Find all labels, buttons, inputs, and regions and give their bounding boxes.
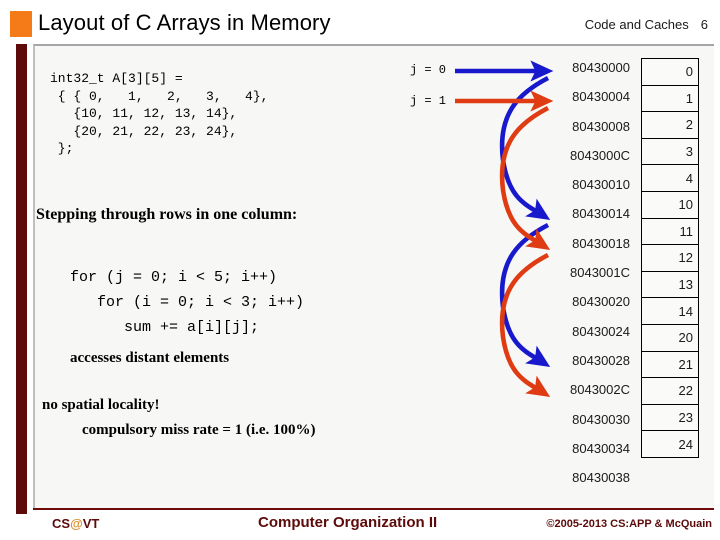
memory-value-cell: 13 (641, 270, 699, 299)
table-row: 2 (641, 111, 699, 139)
memory-address-row: 80430030 (572, 411, 630, 427)
header-accent-square (10, 11, 32, 37)
table-row: 0 (641, 58, 699, 86)
memory-address-row: 80430020 (572, 294, 630, 310)
section-heading: Stepping through rows in one column: (36, 206, 298, 223)
left-accent-bar (16, 44, 27, 514)
table-row: 12 (641, 244, 699, 272)
array-declaration-code: int32_t A[3][5] = { { 0, 1, 2, 3, 4}, {1… (50, 71, 269, 156)
memory-value-cell: 12 (641, 244, 699, 272)
memory-value-cell: 24 (641, 430, 699, 458)
memory-address-row: 80430034 (572, 440, 630, 456)
memory-address-row: 80430018 (572, 235, 630, 251)
table-row: 24 (641, 430, 699, 458)
header-page-number: 6 (700, 17, 708, 32)
footer-accent-block (16, 495, 27, 510)
memory-value-cell: 10 (641, 190, 699, 219)
footer-brand: CS@VT (52, 516, 99, 531)
table-row: 10 (641, 190, 699, 219)
footer-brand-vt: VT (82, 516, 100, 531)
memory-value-cell: 20 (641, 323, 699, 352)
table-row: 21 (641, 350, 699, 379)
loop-code: for (j = 0; i < 5; i++) for (i = 0; i < … (70, 269, 305, 336)
memory-address-row: 80430004 (572, 89, 630, 105)
memory-address-row: 80430038 (572, 470, 630, 486)
table-row: 14 (641, 297, 699, 325)
table-row: 11 (641, 217, 699, 246)
footer-course-title: Computer Organization II (258, 514, 438, 531)
memory-value-cell: 21 (641, 350, 699, 379)
note-miss-rate: compulsory miss rate = 1 (i.e. 100%) (82, 422, 316, 438)
footer-divider (33, 508, 714, 510)
table-row: 13 (641, 270, 699, 299)
memory-address-row: 80430028 (572, 352, 630, 368)
memory-value-cell: 4 (641, 164, 699, 192)
memory-address-list: 80430000 80430004 80430008 8043000C 8043… (556, 58, 630, 497)
memory-address-row: 8043000C (570, 147, 630, 163)
memory-value-cell: 23 (641, 403, 699, 432)
header-course-label: Code and Caches (584, 17, 689, 32)
memory-value-table: 0 1 2 3 4 10 11 12 13 14 20 21 22 23 24 (641, 58, 699, 458)
memory-value-cell: 11 (641, 217, 699, 246)
memory-value-cell: 3 (641, 137, 699, 166)
table-row: 1 (641, 84, 699, 113)
table-row: 3 (641, 137, 699, 166)
note-distant-elements: accesses distant elements (70, 350, 230, 366)
memory-value-cell: 2 (641, 111, 699, 139)
memory-address-row: 80430000 (572, 60, 630, 75)
footer-brand-cs: CS (52, 516, 71, 531)
memory-value-cell: 1 (641, 84, 699, 113)
memory-value-cell: 22 (641, 377, 699, 405)
slide-canvas: Layout of C Arrays in Memory Code and Ca… (0, 0, 720, 540)
footer-brand-at: @ (70, 516, 83, 531)
memory-address-row: 80430024 (572, 323, 630, 339)
footer-copyright: ©2005-2013 CS:APP & McQuain (546, 518, 712, 530)
memory-address-row: 80430014 (572, 206, 630, 222)
iteration-label-j1: j = 1 (410, 94, 447, 108)
memory-value-cell: 0 (641, 58, 699, 86)
memory-value-cell: 14 (641, 297, 699, 325)
header-course-info: Code and Caches 6 (585, 17, 708, 32)
memory-address-row: 8043002C (570, 382, 630, 398)
table-row: 4 (641, 164, 699, 192)
memory-address-row: 8043001C (570, 265, 630, 281)
table-row: 20 (641, 323, 699, 352)
iteration-label-j0: j = 0 (410, 63, 447, 77)
memory-address-row: 80430008 (572, 118, 630, 134)
note-no-spatial-locality: no spatial locality! (42, 397, 160, 413)
table-row: 23 (641, 403, 699, 432)
memory-address-row: 80430010 (572, 177, 630, 193)
page-title: Layout of C Arrays in Memory (38, 10, 331, 35)
table-row: 22 (641, 377, 699, 405)
